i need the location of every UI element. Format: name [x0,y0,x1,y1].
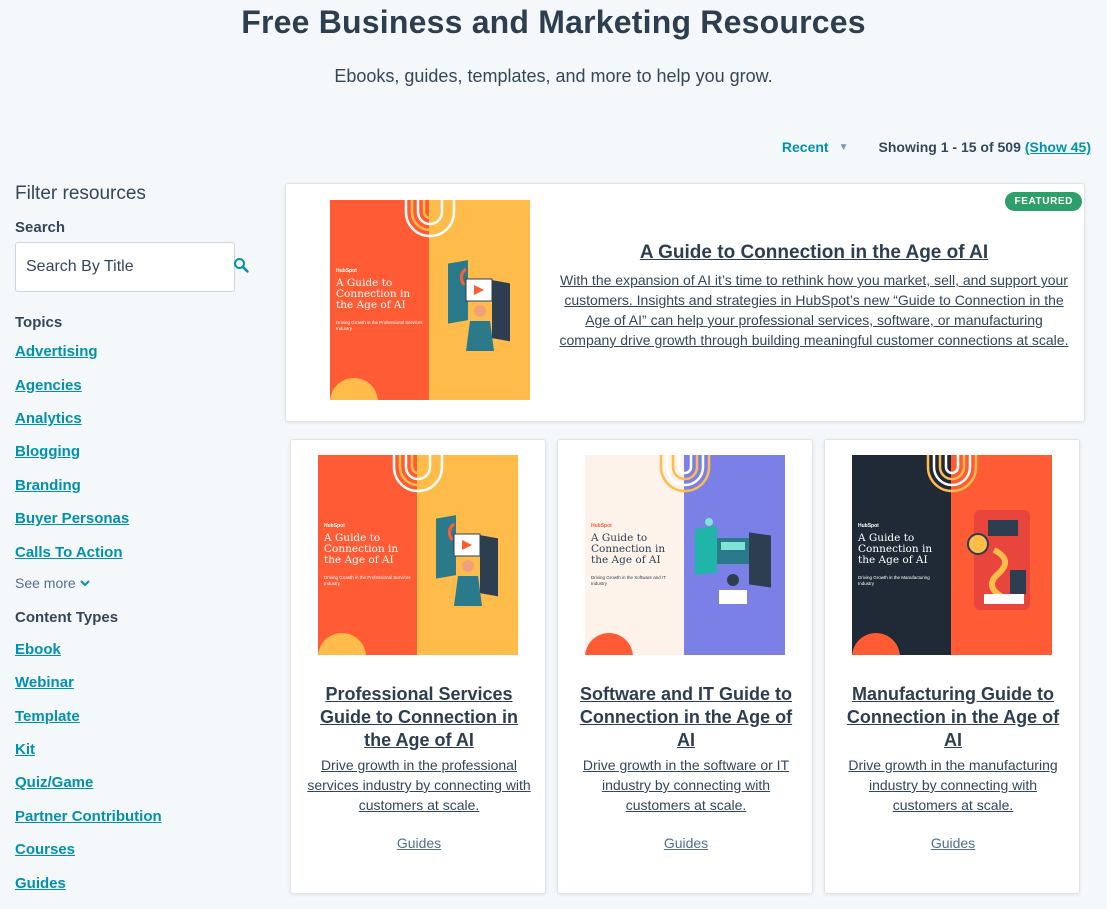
content-type-link-template[interactable]: Template [15,708,80,725]
featured-description[interactable]: With the expansion of AI it’s time to re… [558,270,1070,350]
content-type-link-kit[interactable]: Kit [15,741,35,758]
content-type-link-ebook[interactable]: Ebook [15,641,61,658]
featured-text: A Guide to Connection in the Age of AI W… [558,242,1070,350]
list-item: Agencies [15,368,255,401]
cover-logo: HubSpot [858,523,879,529]
content-type-link-webinar[interactable]: Webinar [15,674,74,691]
list-item: Webinar [15,666,255,699]
results-count: Showing 1 - 15 of 509 [878,139,1021,155]
see-more-button[interactable]: See more [15,569,255,597]
search-box [15,242,249,292]
arch-decoration-icon [392,455,444,493]
list-item: Buyer Personas [15,502,255,535]
cover-image[interactable]: HubSpot A Guide to Connection in the Age… [318,455,518,655]
cover-art: HubSpot A Guide to Connection in the Age… [585,455,785,655]
card-tag-link[interactable]: Guides [572,835,800,851]
list-item: Branding [15,469,255,502]
search-label: Search [15,219,66,236]
cover-title: A Guide to Connection in the Age of AI [858,532,933,566]
search-icon[interactable] [233,257,249,278]
content-types-list: Ebook Webinar Template Kit Quiz/Game Par… [15,633,255,900]
card-title-link[interactable]: Software and IT Guide to Connection in t… [572,683,800,752]
list-item: Partner Contribution [15,800,255,833]
cover-subtitle: Driving Growth in the Software and IT In… [591,575,666,586]
card-description[interactable]: Drive growth in the software or IT indus… [572,755,800,815]
resource-card-professional-services[interactable]: HubSpot A Guide to Connection in the Age… [290,439,546,894]
topic-link-calls-to-action[interactable]: Calls To Action [15,544,123,561]
topic-link-branding[interactable]: Branding [15,477,81,494]
cover-image[interactable]: HubSpot A Guide to Connection in the Age… [585,455,785,655]
topic-link-agencies[interactable]: Agencies [15,377,82,394]
cover-title: A Guide to Connection in the Age of AI [591,532,666,566]
list-item: Template [15,700,255,733]
content-type-link-quiz-game[interactable]: Quiz/Game [15,774,93,791]
caret-down-icon: ▼ [838,141,849,153]
arch-decoration-icon [404,200,456,238]
card-body: Professional Services Guide to Connectio… [305,683,533,851]
topic-link-analytics[interactable]: Analytics [15,410,82,427]
cover-image[interactable]: HubSpot A Guide to Connection in the Age… [852,455,1052,655]
cover-art: HubSpot A Guide to Connection in the Age… [330,200,530,400]
featured-badge: FEATURED [1005,192,1082,211]
filter-sidebar: Filter resources Search Topics Advertisi… [15,183,255,900]
content-type-link-guides[interactable]: Guides [15,875,66,892]
card-body: Software and IT Guide to Connection in t… [572,683,800,851]
card-title-link[interactable]: Manufacturing Guide to Connection in the… [839,683,1067,752]
cover-art: HubSpot A Guide to Connection in the Age… [852,455,1052,655]
cover-subtitle: Driving Growth in the Manufacturing Indu… [858,575,930,586]
illustration-icon [436,515,498,606]
topics-label: Topics [15,314,63,331]
cover-subtitle: Driving Growth in the Professional Servi… [336,320,423,331]
card-description[interactable]: Drive growth in the professional service… [305,755,533,815]
cover-logo: HubSpot [336,268,357,274]
cover-logo: HubSpot [591,523,612,529]
list-item: Quiz/Game [15,766,255,799]
topic-link-advertising[interactable]: Advertising [15,343,98,360]
card-body: Manufacturing Guide to Connection in the… [839,683,1067,851]
search-input[interactable] [26,258,233,276]
cover-subtitle: Driving Growth in the Professional Servi… [324,575,411,586]
illustration-icon [448,260,510,351]
page-subtitle: Ebooks, guides, templates, and more to h… [334,66,773,86]
topics-list: Advertising Agencies Analytics Blogging … [15,335,255,569]
arch-decoration-icon [926,455,978,493]
arch-decoration-icon [659,455,711,493]
card-tag-link[interactable]: Guides [839,835,1067,851]
chevron-down-icon [79,576,90,590]
cover-title: A Guide to Connection in the Age of AI [336,277,411,311]
card-title-link[interactable]: Professional Services Guide to Connectio… [305,683,533,752]
content-types-label: Content Types [15,608,119,626]
list-item: Analytics [15,402,255,435]
card-description[interactable]: Drive growth in the manufacturing indust… [839,755,1067,815]
card-tag-link[interactable]: Guides [305,835,533,851]
resource-card-manufacturing[interactable]: HubSpot A Guide to Connection in the Age… [824,439,1080,894]
content-type-link-partner-contribution[interactable]: Partner Contribution [15,808,162,825]
illustration-icon [695,518,771,604]
content-type-link-courses[interactable]: Courses [15,841,75,858]
list-item: Blogging [15,435,255,468]
see-more-label: See more [15,574,76,591]
topic-link-buyer-personas[interactable]: Buyer Personas [15,510,129,527]
cover-logo: HubSpot [324,523,345,529]
topic-link-blogging[interactable]: Blogging [15,443,80,460]
cover-title: A Guide to Connection in the Age of AI [324,532,399,566]
filter-title: Filter resources [15,183,146,204]
show-more-link[interactable]: (Show 45) [1025,139,1091,155]
sort-dropdown[interactable]: Recent ▼ [782,139,849,155]
results-toolbar: Recent ▼ Showing 1 - 15 of 509 (Show 45) [782,139,1091,155]
illustration-icon [967,510,1030,610]
list-item: Calls To Action [15,535,255,568]
featured-title-link[interactable]: A Guide to Connection in the Age of AI [558,242,1070,264]
list-item: Ebook [15,633,255,666]
page-title: Free Business and Marketing Resources [241,4,866,40]
sort-selected-value: Recent [781,139,829,155]
resource-card-software-it[interactable]: HubSpot A Guide to Connection in the Age… [557,439,813,894]
list-item: Advertising [15,335,255,368]
list-item: Courses [15,833,255,866]
featured-resource-card[interactable]: FEATURED HubSpot A Guide to Connection i… [285,183,1085,422]
list-item: Guides [15,866,255,899]
cover-art: HubSpot A Guide to Connection in the Age… [318,455,518,655]
list-item: Kit [15,733,255,766]
cover-image[interactable]: HubSpot A Guide to Connection in the Age… [330,200,530,400]
